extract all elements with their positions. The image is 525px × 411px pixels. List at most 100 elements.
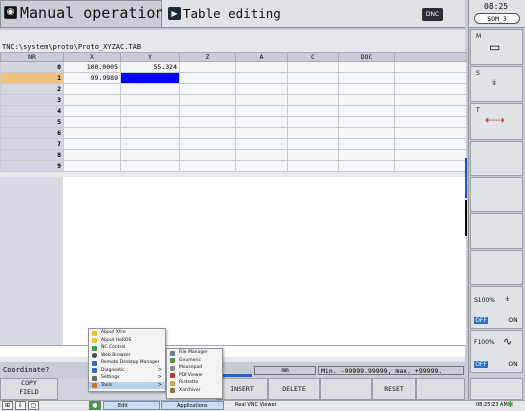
- table-row[interactable]: 3: [0, 94, 467, 106]
- cell-doc[interactable]: [338, 105, 395, 117]
- col-header-doc[interactable]: DOC: [338, 52, 395, 62]
- cell-x[interactable]: [63, 116, 121, 128]
- table-row[interactable]: 5: [0, 116, 467, 128]
- cell-y[interactable]: 55.324: [120, 61, 180, 73]
- menu-item-tools[interactable]: Tools >: [89, 381, 165, 389]
- cell-a[interactable]: [235, 83, 288, 95]
- table-row[interactable]: 8: [0, 149, 467, 161]
- cell-a[interactable]: [235, 116, 288, 128]
- cell-x[interactable]: [63, 160, 121, 172]
- cell-z[interactable]: [179, 61, 236, 73]
- menu-launcher-icon[interactable]: ⊞: [2, 401, 13, 410]
- cell-c[interactable]: [287, 116, 339, 128]
- cell-nr[interactable]: 3: [0, 94, 64, 106]
- insert-softkey[interactable]: INSERT: [216, 378, 268, 400]
- col-header-a[interactable]: A: [235, 52, 288, 62]
- cell-y[interactable]: [120, 116, 180, 128]
- menu-item-file-manager[interactable]: File Manager: [167, 349, 222, 357]
- cell-nr[interactable]: 6: [0, 127, 64, 139]
- cell-doc[interactable]: [338, 94, 395, 106]
- cell-nr[interactable]: 5: [0, 116, 64, 128]
- t-tool-softkey[interactable]: T ⇠⇢: [470, 103, 523, 140]
- taskbar-vnc-viewer[interactable]: Real VNC Viewer: [225, 401, 285, 410]
- cell-y-cursor[interactable]: [120, 72, 180, 84]
- col-header-c[interactable]: C: [287, 52, 339, 62]
- col-header-nr[interactable]: NR: [0, 52, 64, 62]
- cell-c[interactable]: [287, 127, 339, 139]
- cell-doc[interactable]: [338, 149, 395, 161]
- cell-z[interactable]: [179, 127, 236, 139]
- cell-a[interactable]: [235, 149, 288, 161]
- table-row[interactable]: 2: [0, 83, 467, 95]
- delete-softkey[interactable]: DELETE: [268, 378, 320, 400]
- cell-doc[interactable]: [338, 61, 395, 73]
- side-softkey-7[interactable]: [470, 250, 523, 285]
- cell-c[interactable]: [287, 149, 339, 161]
- window-icon[interactable]: ▢: [28, 401, 39, 410]
- reset-softkey[interactable]: RESET: [372, 378, 416, 400]
- menu-item-diagnostic[interactable]: Diagnostic >: [89, 367, 165, 375]
- col-header-z[interactable]: Z: [179, 52, 236, 62]
- cell-nr[interactable]: 1: [0, 72, 64, 84]
- menu-item-about-xfce[interactable]: About Xfce: [89, 329, 165, 337]
- cell-z[interactable]: [179, 105, 236, 117]
- cell-x[interactable]: [63, 94, 121, 106]
- f-on-toggle[interactable]: ON: [507, 361, 519, 368]
- cell-a[interactable]: [235, 105, 288, 117]
- cell-nr[interactable]: 0: [0, 61, 64, 73]
- cell-y[interactable]: [120, 138, 180, 150]
- table-row[interactable]: 0 100.0005 55.324: [0, 61, 467, 73]
- cell-c[interactable]: [287, 61, 339, 73]
- empty-softkey[interactable]: [320, 378, 372, 400]
- cell-nr[interactable]: 4: [0, 105, 64, 117]
- table-row[interactable]: 9: [0, 160, 467, 172]
- cell-z[interactable]: [179, 72, 236, 84]
- cell-y[interactable]: [120, 149, 180, 161]
- s-on-toggle[interactable]: ON: [507, 317, 519, 324]
- cell-a[interactable]: [235, 72, 288, 84]
- spindle-override[interactable]: S100% ⍖ OFF ON: [470, 286, 523, 329]
- cell-nr[interactable]: 2: [0, 83, 64, 95]
- side-softkey-5[interactable]: [470, 177, 523, 212]
- table-row[interactable]: 7: [0, 138, 467, 150]
- cell-doc[interactable]: [338, 138, 395, 150]
- cell-nr[interactable]: 9: [0, 160, 64, 172]
- cell-x[interactable]: [63, 127, 121, 139]
- dnc-icon[interactable]: DNC: [422, 8, 443, 21]
- download-icon[interactable]: ⇩: [15, 401, 26, 410]
- table-row[interactable]: 4: [0, 105, 467, 117]
- f-off-toggle[interactable]: OFF: [474, 361, 488, 368]
- side-softkey-4[interactable]: [470, 141, 523, 176]
- menu-item-nc-control[interactable]: NC Control: [89, 344, 165, 352]
- cell-y[interactable]: [120, 94, 180, 106]
- cell-doc[interactable]: [338, 72, 395, 84]
- menu-item-settings[interactable]: Settings >: [89, 374, 165, 382]
- menu-item-gnumeric[interactable]: Gnumeric: [167, 357, 222, 365]
- menu-item-ristretto[interactable]: Ristretto: [167, 379, 222, 387]
- copy-field-softkey[interactable]: COPY FIELD: [0, 378, 58, 400]
- cell-y[interactable]: [120, 83, 180, 95]
- menu-item-about-heros[interactable]: About HeROS: [89, 337, 165, 345]
- feed-override[interactable]: F100% ∿ OFF ON: [470, 330, 523, 373]
- cell-y[interactable]: [120, 160, 180, 172]
- cell-c[interactable]: [287, 94, 339, 106]
- menu-item-web-browser[interactable]: Web Browser: [89, 352, 165, 360]
- cell-c[interactable]: [287, 138, 339, 150]
- cell-doc[interactable]: [338, 127, 395, 139]
- cell-a[interactable]: [235, 160, 288, 172]
- cell-x[interactable]: [63, 105, 121, 117]
- cell-x[interactable]: [63, 149, 121, 161]
- menu-item-xarchiver[interactable]: Xarchiver: [167, 387, 222, 395]
- cell-a[interactable]: [235, 138, 288, 150]
- cell-doc[interactable]: [338, 83, 395, 95]
- cell-z[interactable]: [179, 83, 236, 95]
- cell-a[interactable]: [235, 61, 288, 73]
- cell-x[interactable]: 100.0005: [63, 61, 121, 73]
- cell-a[interactable]: [235, 94, 288, 106]
- menu-item-mousepad[interactable]: Mousepad: [167, 364, 222, 372]
- cell-y[interactable]: [120, 127, 180, 139]
- cell-z[interactable]: [179, 160, 236, 172]
- col-header-x[interactable]: X: [63, 52, 121, 62]
- network-icon[interactable]: ✱: [507, 400, 514, 409]
- cell-nr[interactable]: 7: [0, 138, 64, 150]
